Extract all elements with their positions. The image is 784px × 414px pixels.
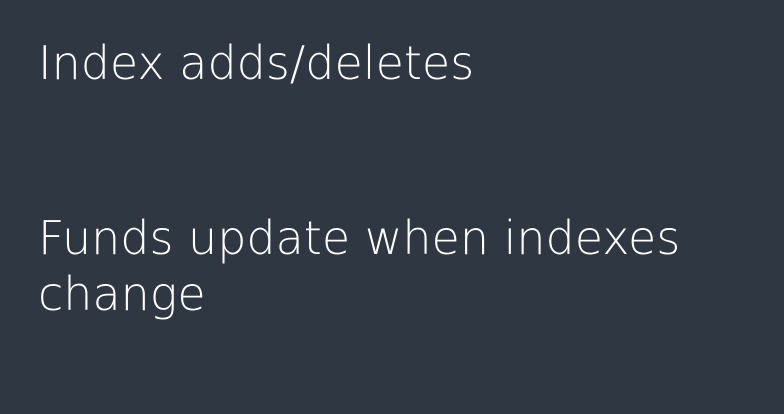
- slide: Index adds/deletes Funds update when ind…: [0, 0, 784, 414]
- slide-text-item: Index adds/deletes: [38, 36, 475, 90]
- slide-text-item: Funds update when indexes change: [38, 211, 681, 321]
